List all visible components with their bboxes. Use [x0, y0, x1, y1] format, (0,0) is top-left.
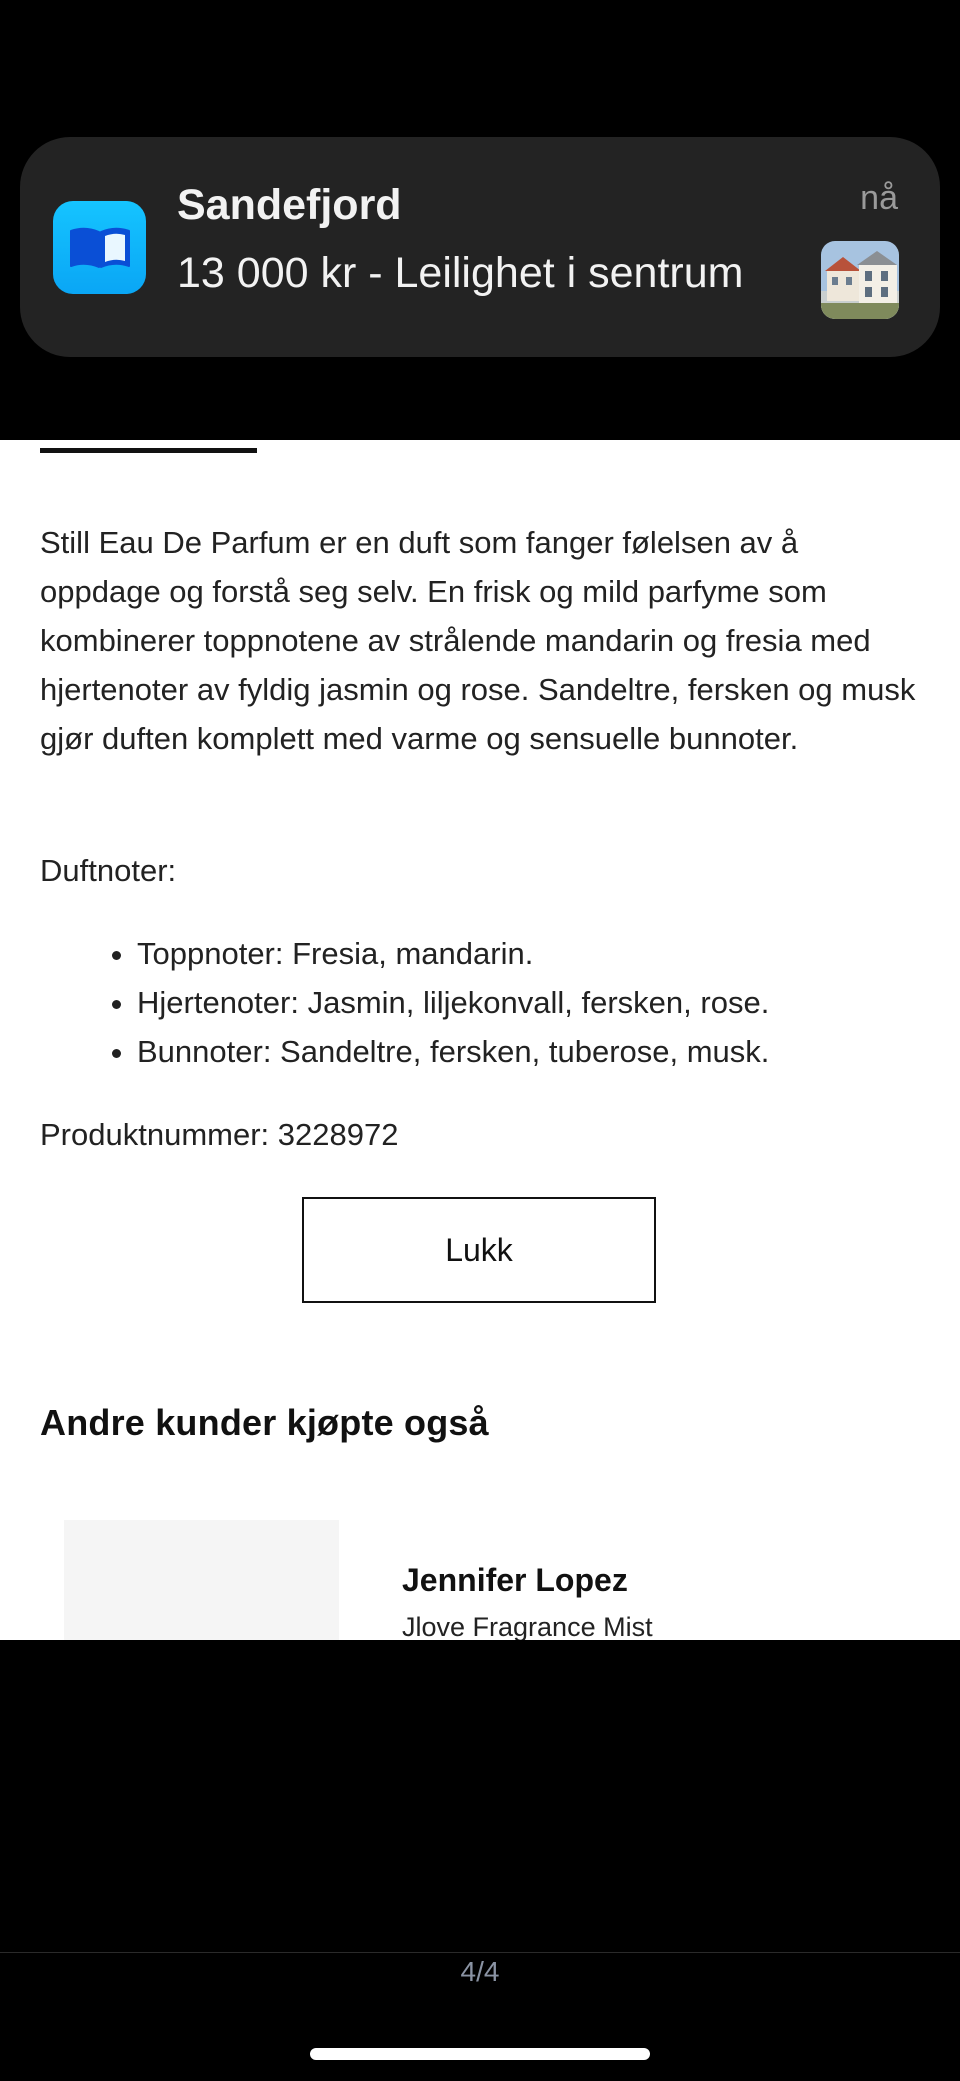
product-number: Produktnummer: 3228972 [40, 1117, 399, 1152]
product-name[interactable]: Jlove Fragrance Mist [402, 1612, 653, 1640]
notification-body: 13 000 kr - Leilighet i sentrum [177, 249, 744, 297]
product-description: Still Eau De Parfum er en duft som fange… [40, 525, 916, 756]
house-photo [821, 241, 899, 319]
notes-list: Toppnoter: Fresia, mandarin. Hjertenoter… [40, 929, 769, 1076]
recommendations-heading: Andre kunder kjøpte også [40, 1402, 489, 1443]
bottom-divider [0, 1952, 960, 1953]
close-button[interactable]: Lukk [302, 1197, 656, 1303]
list-item: Hjertenoter: Jasmin, liljekonvall, fersk… [137, 978, 769, 1027]
book-icon [53, 201, 146, 294]
notes-title: Duftnoter: [40, 853, 177, 888]
home-indicator[interactable] [310, 2048, 650, 2060]
product-image[interactable] [64, 1520, 339, 1640]
list-item: Bunnoter: Sandeltre, fersken, tuberose, … [137, 1027, 769, 1076]
notification-time: nå [860, 179, 898, 217]
active-tab-indicator [40, 448, 257, 453]
list-item: Toppnoter: Fresia, mandarin. [137, 929, 769, 978]
product-page: Still Eau De Parfum er en duft som fange… [0, 440, 960, 1640]
product-brand[interactable]: Jennifer Lopez [402, 1562, 628, 1599]
notification-title: Sandefjord [177, 181, 402, 229]
page-indicator: 4/4 [460, 1956, 500, 1987]
notification-banner[interactable]: Sandefjord 13 000 kr - Leilighet i sentr… [20, 137, 940, 357]
